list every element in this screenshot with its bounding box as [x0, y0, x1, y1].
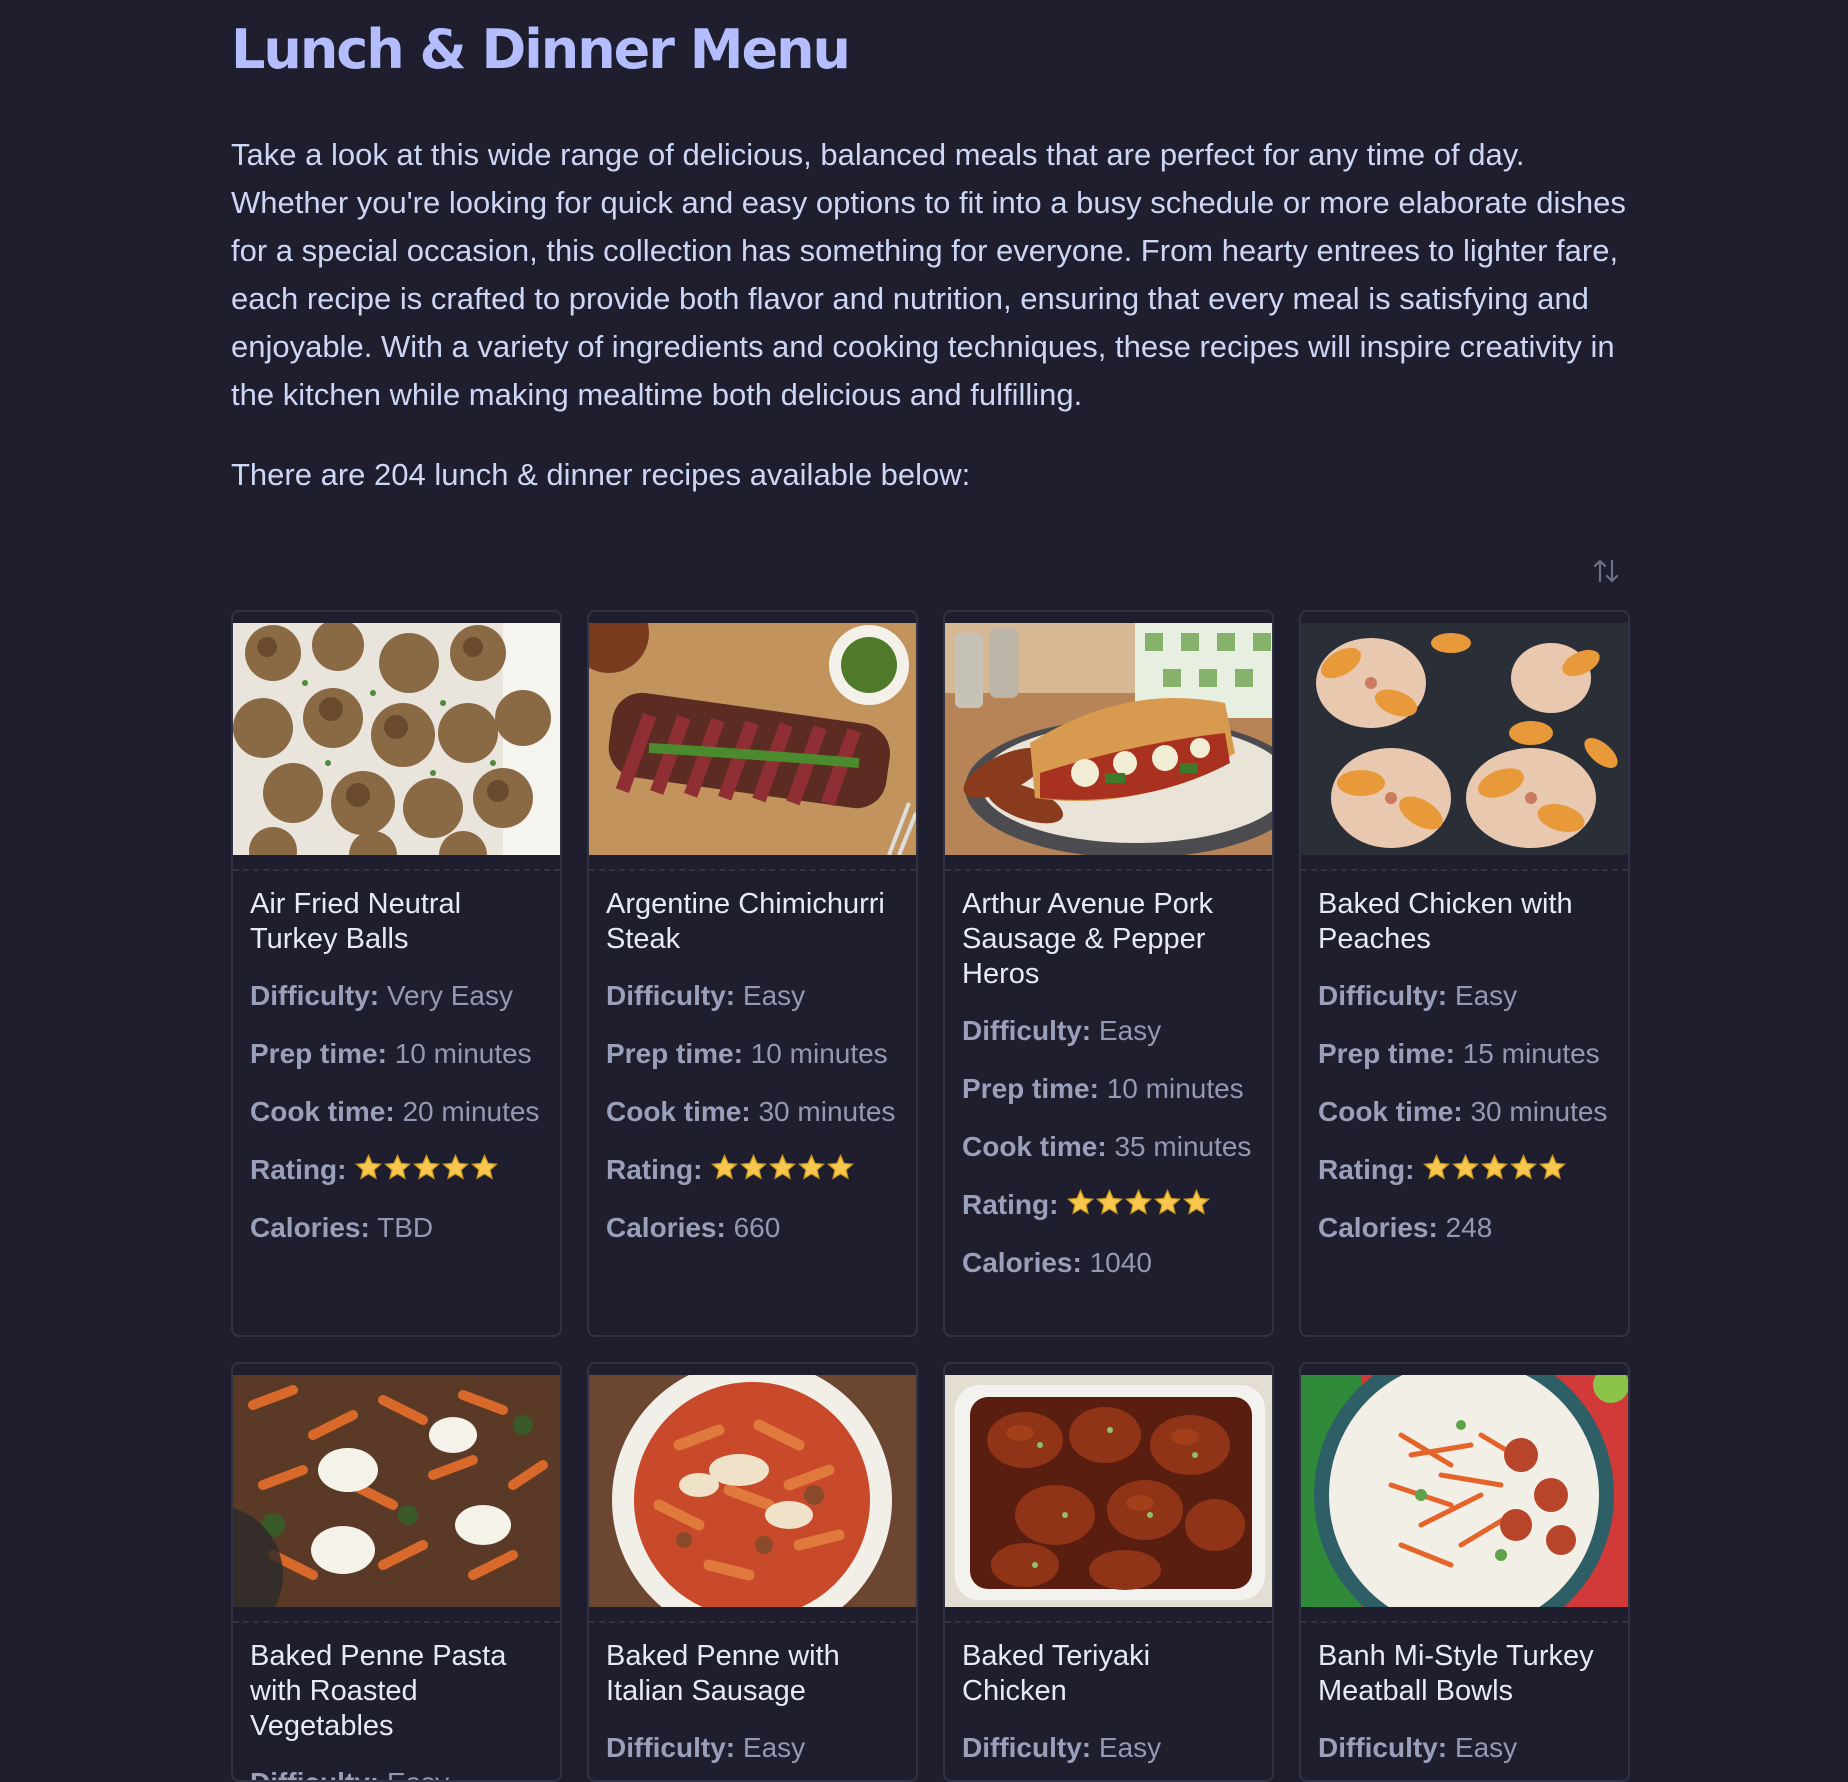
- recipe-rating: Rating:: [250, 1153, 543, 1187]
- recipe-calories: Calories: TBD: [250, 1212, 434, 1243]
- recipe-count-text: There are 204 lunch & dinner recipes ava…: [231, 457, 971, 492]
- recipe-photo: [233, 1375, 560, 1607]
- star-icon: [1423, 1153, 1451, 1180]
- recipe-card[interactable]: Baked Penne with Italian Sausage Difficu…: [587, 1362, 918, 1782]
- recipe-photo: [945, 623, 1272, 855]
- recipe-rating: Rating:: [962, 1188, 1255, 1222]
- recipe-title: Air Fried Neutral Turkey Balls: [250, 888, 462, 955]
- star-icon: [711, 1153, 739, 1180]
- recipe-difficulty: Difficulty: Easy: [250, 1766, 543, 1780]
- recipe-prep-time: Prep time: 15 minutes: [1318, 1038, 1600, 1069]
- star-rating: [1066, 1188, 1211, 1220]
- recipe-photo: [1301, 623, 1628, 855]
- star-rating: [710, 1153, 855, 1185]
- star-icon: [384, 1153, 412, 1180]
- recipe-photo: [233, 623, 560, 855]
- star-rating: [1422, 1153, 1567, 1185]
- star-icon: [413, 1153, 441, 1180]
- recipe-photo: [589, 1375, 916, 1607]
- recipe-cook-time: Cook time: 35 minutes: [962, 1131, 1252, 1162]
- recipe-title: Baked Chicken with Peaches: [1318, 888, 1573, 955]
- recipe-title: Banh Mi-Style Turkey Meatball Bowls: [1318, 1640, 1594, 1707]
- recipe-calories: Calories: 248: [1318, 1212, 1493, 1243]
- recipe-cook-time: Cook time: 30 minutes: [1318, 1096, 1608, 1127]
- star-icon: [1183, 1188, 1211, 1215]
- recipe-title: Baked Penne Pasta with Roasted Vegetable…: [250, 1640, 507, 1742]
- recipe-difficulty: Difficulty: Very Easy: [250, 980, 513, 1011]
- recipe-difficulty: Difficulty: Easy: [962, 1015, 1162, 1046]
- recipe-photo: [589, 623, 916, 855]
- star-icon: [471, 1153, 499, 1180]
- recipe-card[interactable]: Baked Chicken with Peaches Difficulty: E…: [1299, 610, 1630, 1337]
- star-icon: [1481, 1153, 1509, 1180]
- star-icon: [355, 1153, 383, 1180]
- recipe-card[interactable]: Air Fried Neutral Turkey Balls Difficult…: [231, 610, 562, 1337]
- star-icon: [442, 1153, 470, 1180]
- intro-paragraph: Take a look at this wide range of delici…: [231, 137, 1626, 412]
- star-icon: [798, 1153, 826, 1180]
- recipe-prep-time: Prep time: 10 minutes: [962, 1073, 1244, 1104]
- page-title: Lunch & Dinner Menu: [231, 18, 851, 81]
- recipe-title: Argentine Chimichurri Steak: [606, 888, 885, 955]
- recipe-photo: [1301, 1375, 1628, 1607]
- recipe-title: Baked Penne with Italian Sausage: [606, 1640, 840, 1707]
- recipe-grid: Air Fried Neutral Turkey Balls Difficult…: [231, 610, 1630, 1782]
- recipe-difficulty: Difficulty: Easy: [1318, 980, 1518, 1011]
- recipe-calories: Calories: 1040: [962, 1247, 1152, 1278]
- recipe-cook-time: Cook time: 20 minutes: [250, 1096, 540, 1127]
- recipe-photo: [945, 1375, 1272, 1607]
- star-icon: [740, 1153, 768, 1180]
- recipe-card[interactable]: Baked Penne Pasta with Roasted Vegetable…: [231, 1362, 562, 1782]
- recipe-card[interactable]: Baked Teriyaki Chicken Difficulty: Easy: [943, 1362, 1274, 1782]
- star-rating: [354, 1153, 499, 1185]
- recipe-calories: Calories: 660: [606, 1212, 781, 1243]
- recipe-difficulty: Difficulty: Easy: [606, 980, 806, 1011]
- star-icon: [769, 1153, 797, 1180]
- recipe-prep-time: Prep time: 10 minutes: [606, 1038, 888, 1069]
- recipe-page: Lunch & Dinner Menu Take a look at this …: [231, 0, 1631, 1782]
- star-icon: [1125, 1188, 1153, 1215]
- recipe-card[interactable]: Arthur Avenue Pork Sausage & Pepper Hero…: [943, 610, 1274, 1337]
- recipe-title: Arthur Avenue Pork Sausage & Pepper Hero…: [962, 888, 1213, 990]
- recipe-difficulty: Difficulty: Easy: [962, 1732, 1162, 1763]
- sort-button[interactable]: [1588, 553, 1624, 589]
- star-icon: [1096, 1188, 1124, 1215]
- recipe-rating: Rating:: [1318, 1153, 1611, 1187]
- recipe-prep-time: Prep time: 10 minutes: [250, 1038, 532, 1069]
- recipe-difficulty: Difficulty: Easy: [606, 1732, 806, 1763]
- recipe-rating: Rating:: [606, 1153, 899, 1187]
- star-icon: [1510, 1153, 1538, 1180]
- recipe-difficulty: Difficulty: Easy: [1318, 1732, 1518, 1763]
- recipe-cook-time: Cook time: 30 minutes: [606, 1096, 896, 1127]
- star-icon: [1539, 1153, 1567, 1180]
- star-icon: [1452, 1153, 1480, 1180]
- sort-arrows-icon: [1593, 559, 1619, 583]
- recipe-card[interactable]: Banh Mi-Style Turkey Meatball Bowls Diff…: [1299, 1362, 1630, 1782]
- star-icon: [1154, 1188, 1182, 1215]
- star-icon: [827, 1153, 855, 1180]
- recipe-title: Baked Teriyaki Chicken: [962, 1640, 1151, 1707]
- recipe-card[interactable]: Argentine Chimichurri Steak Difficulty: …: [587, 610, 918, 1337]
- star-icon: [1067, 1188, 1095, 1215]
